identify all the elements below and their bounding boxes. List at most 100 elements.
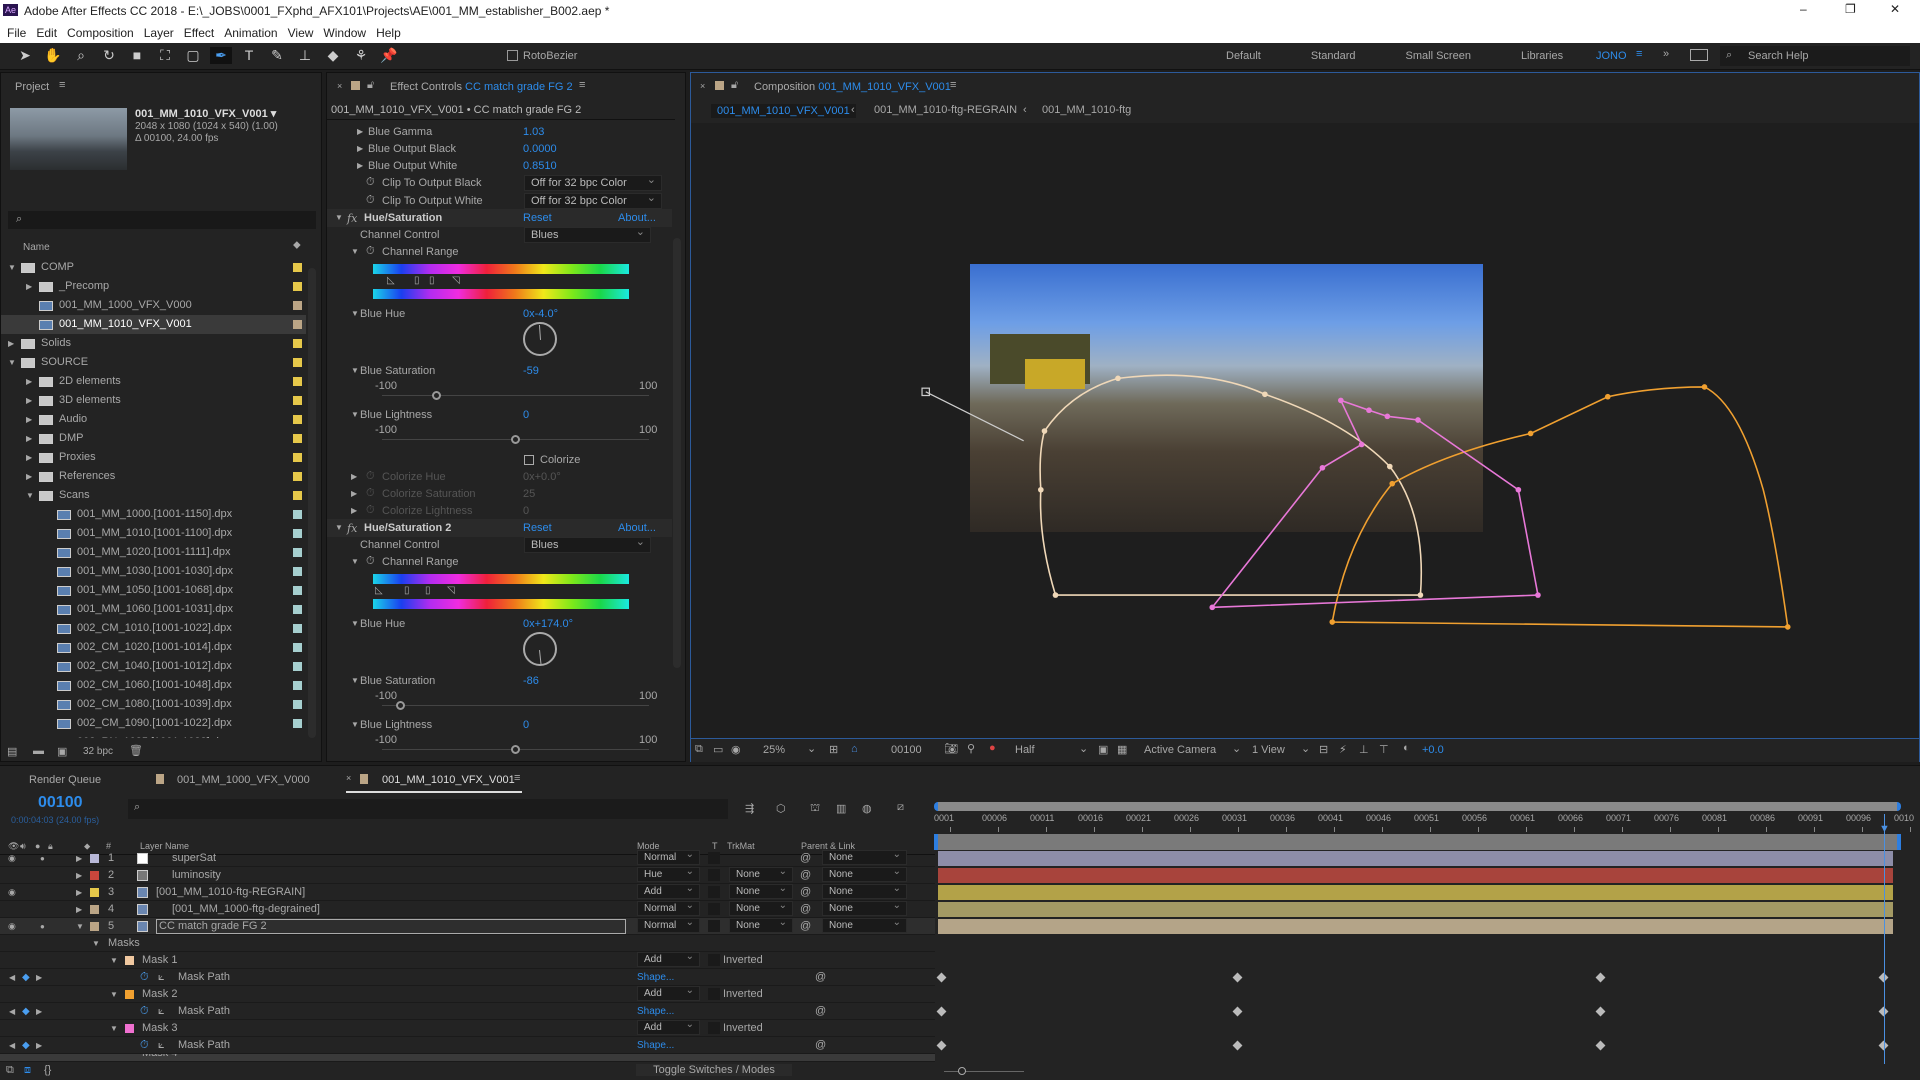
composition-flowchart-icon[interactable]: ⇶ [745,802,754,815]
transparency-grid-icon[interactable]: ▦ [1117,743,1127,756]
brush-tool-icon[interactable]: ✎ [266,47,288,64]
graph-editor-icon[interactable]: ⧄ [897,801,904,814]
disclosure-icon[interactable]: ▼ [351,720,359,729]
timeline-zoom-slider[interactable] [944,1067,1024,1075]
layer-name[interactable]: CC match grade FG 2 [156,919,626,934]
keyframe[interactable] [1232,1006,1243,1017]
mask-shape-link[interactable]: Shape... [637,969,674,986]
pick-whip-icon[interactable]: @ [800,918,811,935]
keyframe-diamond-icon[interactable]: ◆ [22,1003,30,1020]
mask-path-row[interactable]: ◀ ◆ ▶ ⏱︎ ⟀ Mask Path Shape... @ [0,969,935,986]
next-keyframe-icon[interactable]: ▶ [36,1003,42,1020]
blend-mode-dropdown[interactable]: Normal [637,848,700,865]
views-dropdown[interactable]: 1 View [1252,744,1285,756]
puppet-pin-icon[interactable]: 📌 [378,47,400,64]
layer-name[interactable]: [001_MM_1010-ftg-REGRAIN] [156,884,305,901]
pick-whip-icon[interactable]: @ [800,867,811,884]
mask-path-toggle-icon[interactable]: ⌂ [851,743,858,755]
zoom-tool-icon[interactable]: ⌕ [70,47,92,64]
in-out-icon[interactable]: {} [44,1064,51,1076]
lightness-slider[interactable] [382,745,649,754]
stopwatch-icon[interactable]: ⏱︎ [366,245,375,258]
name-column-header[interactable]: Name [23,242,50,253]
work-area-range[interactable] [934,834,1901,850]
disclosure-icon[interactable]: ▼ [351,410,359,419]
snapshot-icon[interactable]: 📷︎ [944,742,958,755]
disclosure-open-icon[interactable]: ▼ [26,486,34,505]
monitor-icon[interactable]: ▭ [713,743,723,756]
layer-duration-bar[interactable] [938,851,1893,866]
time-ruler[interactable]: 0001 00006 00011 00016 00021 00026 00031 00036 0… [930,812,1914,834]
eraser-icon[interactable]: ◆ [322,47,344,64]
project-item[interactable]: ▶ _Precomp [1,277,306,296]
effect-disclosure-icon[interactable]: ▼ [335,523,343,532]
hide-shy-layers-icon[interactable]: ⛫ [810,802,820,816]
keyframe[interactable] [1232,1040,1243,1051]
track-matte-dropdown[interactable]: None [729,865,793,882]
disclosure-closed-icon[interactable]: ▶ [26,410,32,429]
stopwatch-icon[interactable]: ⏱︎ [140,969,149,986]
mask-name[interactable]: Mask 2 [142,986,177,1003]
property-value[interactable]: 0.0000 [523,143,557,155]
disclosure-open-icon[interactable]: ▼ [110,986,118,1003]
timeline-search-input[interactable]: ⌕ [128,799,728,819]
menu-window[interactable]: Window [323,26,366,40]
project-item[interactable]: 002_CM_1020.[1001-1014].dpx [1,638,306,657]
type-tool-icon[interactable]: T [238,47,260,64]
visibility-eye-icon[interactable]: ◉ [8,850,16,867]
label-color-swatch[interactable] [293,605,302,614]
prev-keyframe-icon[interactable]: ◀ [9,1037,15,1054]
motion-blur-icon[interactable]: ◍ [862,802,872,815]
keyframe[interactable] [936,1006,947,1017]
saturation-slider[interactable] [382,391,649,400]
menu-view[interactable]: View [288,26,314,40]
range-slider-handle[interactable]: ▯ [429,275,435,286]
menu-animation[interactable]: Animation [224,26,277,40]
menu-edit[interactable]: Edit [36,26,57,40]
breadcrumb-current[interactable]: 001_MM_1010_VFX_V001 [711,104,856,118]
project-item[interactable]: 001_MM_1010.[1001-1100].dpx [1,524,306,543]
mask-name[interactable]: Mask 4 [142,1054,177,1061]
menu-help[interactable]: Help [376,26,401,40]
toggle-pixel-aspect-icon[interactable]: ⊟ [1319,743,1328,756]
layer-duration-bar[interactable] [938,919,1893,934]
workspace-small-screen[interactable]: Small Screen [1406,50,1471,62]
pick-whip-icon[interactable]: @ [800,884,811,901]
disclosure-open-icon[interactable]: ▼ [8,258,16,277]
clip-dropdown[interactable]: Off for 32 bpc Color [524,173,662,191]
parent-dropdown[interactable]: None [822,882,907,899]
effect-controls-scrollbar[interactable] [673,238,681,668]
preserve-transparency-toggle[interactable] [708,869,720,881]
masks-group-row[interactable]: ▼ Masks [0,935,935,952]
expand-layer-icon[interactable]: ▶ [76,850,82,867]
layer-row[interactable]: ◉ ● ▼ 5 CC match grade FG 2 Normal None @ None [0,916,935,935]
label-color-swatch[interactable] [293,434,302,443]
mask-mode-dropdown[interactable]: Add [637,984,700,1001]
parent-dropdown[interactable]: None [822,848,907,865]
playhead[interactable] [1884,814,1885,1064]
disclosure-open-icon[interactable]: ▼ [92,935,100,952]
magnification-dropdown[interactable]: 25% [763,744,785,756]
label-color-swatch[interactable] [293,586,302,595]
menu-effect[interactable]: Effect [184,26,214,40]
stopwatch-icon[interactable]: ⏱︎ [140,1003,149,1020]
project-item[interactable]: ▶ Solids [1,334,306,353]
region-of-interest-icon[interactable]: ▣ [1098,743,1108,756]
effect-reset-link[interactable]: Reset [523,212,552,224]
layer-duration-bar[interactable] [938,885,1893,900]
chevron-down-icon[interactable]: ⌄ [1301,742,1310,755]
frame-blending-icon[interactable]: ▥ [836,802,846,815]
work-area-bar[interactable] [934,802,1901,811]
effect-about-link[interactable]: About... [618,212,656,224]
label-color-swatch[interactable] [293,415,302,424]
disclosure-closed-icon[interactable]: ▶ [26,277,32,296]
mask-row[interactable]: ▼ Mask 2 Add Inverted [0,984,935,1003]
menu-layer[interactable]: Layer [144,26,174,40]
disclosure-closed-icon[interactable]: ▶ [8,334,14,353]
project-item[interactable]: 002_RN_1035.[1001-1088].dpx [1,733,306,738]
fx-icon[interactable]: fx [347,212,357,225]
pick-whip-icon[interactable]: @ [800,901,811,918]
label-color-swatch[interactable] [293,396,302,405]
mask-row[interactable]: ▼ Mask 3 Add Inverted [0,1018,935,1037]
label-color-swatch[interactable] [293,320,302,329]
